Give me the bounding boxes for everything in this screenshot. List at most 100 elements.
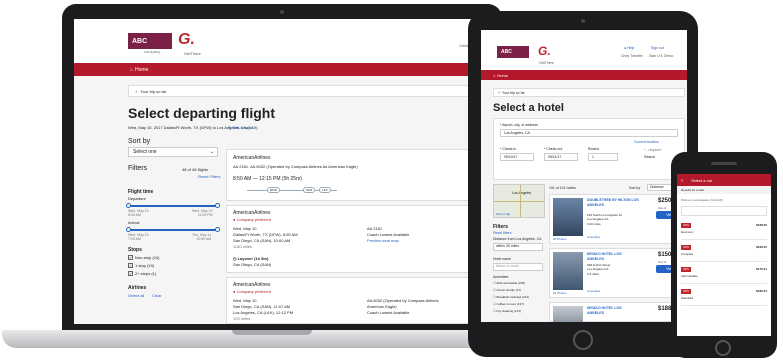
hotel-photo[interactable] [553, 306, 583, 322]
flight-segment-card[interactable]: AmericanAirlines ● Company preferred Wed… [226, 205, 490, 273]
agency-logo: AVIS [681, 223, 691, 228]
route-code: SAN [303, 187, 316, 193]
edit-search-link[interactable]: ✎ Edit search [228, 125, 252, 130]
arrival-min-handle[interactable] [126, 227, 131, 232]
reset-filters-link[interactable]: Reset filters [493, 231, 511, 235]
tablet-device: ABC G. GetThere ● Help Sign out Chris Tr… [468, 11, 698, 357]
sign-out-link[interactable]: Sign out [651, 46, 664, 50]
airline-name: AmericanAirlines [233, 155, 271, 161]
clear-airlines-link[interactable]: Clear [152, 293, 162, 298]
checkout-value: 05/11/17 [548, 155, 562, 159]
hotel-result-card[interactable]: 22 Photos MIYAKO HOTEL LOS ANGELES 328 E… [549, 248, 685, 298]
tablet-home-button[interactable] [573, 330, 593, 350]
hotel-photo[interactable] [553, 198, 583, 236]
photos-link[interactable]: 22 Photos [553, 291, 567, 295]
preview-seat-map-link[interactable]: Preview seat map [367, 238, 399, 243]
amenity-option[interactable]: ☐ Dry cleaning (131) [493, 309, 521, 313]
route-code: LAX [319, 187, 331, 193]
arrival-max-handle[interactable] [215, 227, 220, 232]
car-result-row[interactable]: AVIS Economy $168.05 [681, 220, 767, 240]
phone-page-title: Select a car [691, 177, 713, 183]
reset-filters-link[interactable]: Reset Filters [198, 174, 220, 179]
policy-status: Out of [658, 260, 667, 264]
current-location-link[interactable]: Current location [634, 140, 659, 144]
car-result-row[interactable]: AVIS Compact $168.05 [681, 242, 767, 262]
agency-logo: AVIS [681, 267, 691, 272]
amenity-option[interactable]: ☐ ADA accessible (203) [493, 281, 525, 285]
nav-home[interactable]: Home [135, 67, 148, 73]
segment-operator: American Eagle) [367, 304, 397, 309]
search-button[interactable]: Search [644, 155, 655, 159]
phone-modify-box[interactable] [681, 206, 767, 216]
demo-user[interactable]: Stan U.K Demo [649, 54, 673, 58]
stops-option[interactable]: ✓ 2+ stops (1) [128, 271, 156, 276]
stops-option[interactable]: ✓ Non-stop (24) [128, 255, 159, 260]
phone-home-button[interactable] [715, 340, 731, 356]
show-map-link[interactable]: Show map [496, 212, 510, 216]
main-nav: ⌂ Home [481, 70, 687, 80]
departure-max-handle[interactable] [215, 203, 220, 208]
phone-results-bar: Results for rental [677, 186, 771, 194]
arrival-min-time: Wed, May 10 7:00 AM [128, 233, 149, 241]
help-link[interactable]: ● Help [624, 46, 634, 50]
user-name[interactable]: Chris Traveler [621, 54, 643, 58]
trip-so-far-bar[interactable]: + Your trip so far [493, 88, 685, 97]
departure-min-handle[interactable] [126, 203, 131, 208]
trip-so-far-bar[interactable]: + Your trip so far [128, 85, 490, 97]
departure-slider[interactable] [128, 205, 218, 207]
amenities-label: Amenities [493, 275, 509, 279]
amenity-option[interactable]: ☐ Breakfast included (214) [493, 295, 529, 299]
checkin-input[interactable]: 05/10/17 [500, 153, 534, 161]
segment-flight-number: AA 2181 [367, 226, 383, 231]
phone-results-text: Results for rental [681, 188, 704, 192]
laptop-notch [232, 330, 312, 335]
edit-search-label: Edit search [232, 125, 253, 130]
menu-icon[interactable]: ≡ [681, 178, 683, 183]
hotel-name-label: Hotel name [493, 257, 511, 261]
hotel-name[interactable]: MIYAKO HOTEL LOS ANGELES [587, 306, 639, 315]
checkout-input[interactable]: 05/11/17 [544, 153, 578, 161]
segment-date: Wed, May 10 [233, 298, 257, 303]
checkbox-checked-icon: ✓ [128, 263, 133, 268]
amenity-option[interactable]: ☐ Airport shuttle (71) [493, 288, 521, 292]
stops-option[interactable]: ✓ 1 stop (19) [128, 263, 154, 268]
airport-input[interactable]: Los Angeles, CA [500, 129, 678, 137]
car-result-row[interactable]: AVIS Intermediate $176.21 [681, 264, 767, 284]
car-type: Intermediate [681, 274, 698, 278]
company-preferred-label: Company preferred [236, 289, 271, 294]
hotel-name-input[interactable]: Name or chain [493, 263, 543, 271]
hotel-address: 120 South Los Angeles St Los Angeles CA [587, 213, 622, 221]
home-icon[interactable]: ⌂ [493, 73, 495, 78]
filters-heading: Filters [493, 224, 509, 230]
amenity-option[interactable]: ☐ Coffee in room (197) [493, 302, 524, 306]
select-all-airlines-link[interactable]: Select all [128, 293, 144, 298]
hotel-photo[interactable] [553, 252, 583, 290]
filters-heading: Filters [128, 165, 148, 172]
segment-depart: Dallas/Ft Worth, TX (DFW), 8:50 AM [233, 232, 298, 237]
nav-home[interactable]: Home [497, 73, 508, 78]
rooms-select[interactable]: 1 [588, 153, 618, 161]
arrival-slider[interactable] [128, 229, 218, 231]
hotel-name[interactable]: MIYAKO HOTEL LOS ANGELES [587, 252, 639, 261]
stops-option-label: Non-stop (24) [135, 255, 160, 260]
checkout-label: * Check-out [544, 147, 563, 151]
amenities-link[interactable]: Amenities [587, 235, 600, 239]
amenity-label: Breakfast included (214) [496, 295, 530, 299]
rooms-label: Rooms [588, 147, 600, 151]
expand-icon: + [498, 90, 501, 95]
distance-select[interactable]: within 25 miles [493, 243, 543, 251]
sort-select[interactable]: Select one ⌄ [128, 147, 218, 157]
amenities-link[interactable]: Amenities [587, 289, 600, 293]
segment-miles: 109 miles [233, 316, 251, 321]
home-icon[interactable]: ⌂ [130, 67, 133, 73]
getthere-name: GetThere [184, 51, 201, 56]
hotel-result-card[interactable]: 20 Photos DOUBLETREE BY HILTON LOS ANGEL… [549, 194, 685, 244]
flight-segment-card[interactable]: AmericanAirlines ● Company preferred Wed… [226, 277, 490, 324]
hotel-result-card[interactable]: MIYAKO HOTEL LOS ANGELES $188 [549, 302, 685, 322]
photos-link[interactable]: 20 Photos [553, 237, 567, 241]
car-result-row[interactable]: AVIS Standard $186.21 [681, 286, 767, 306]
hotel-name[interactable]: DOUBLETREE BY HILTON LOS ANGELES [587, 198, 639, 207]
distance-select-value: within 25 miles [496, 244, 519, 248]
hotel-map[interactable]: Los Angeles Show map [493, 184, 545, 218]
flight-result-card[interactable]: AmericanAirlines AA 2181, AA 6032 (Opera… [226, 149, 490, 201]
